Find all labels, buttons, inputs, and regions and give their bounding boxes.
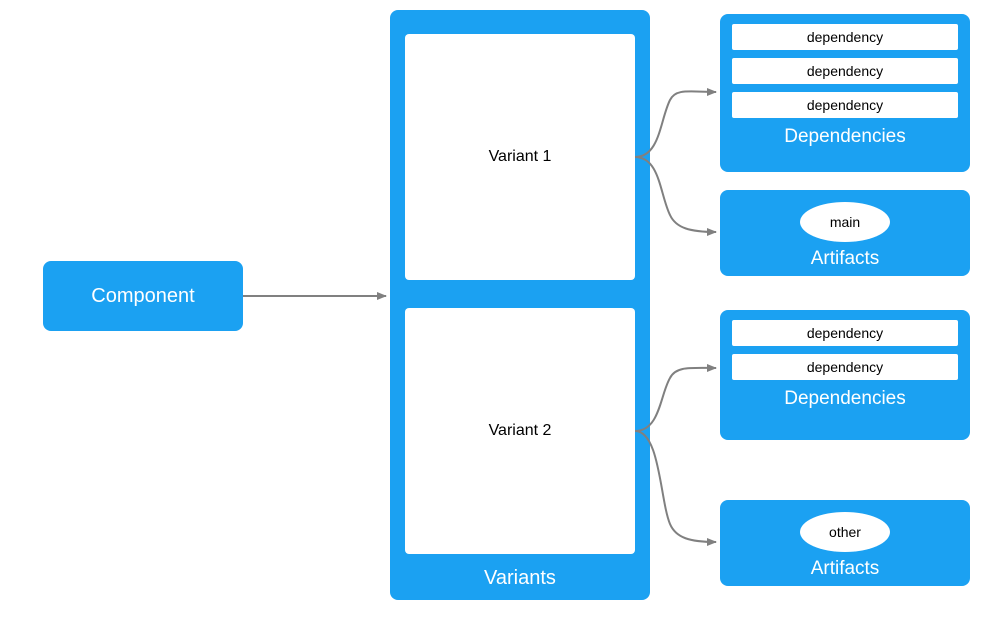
variant-1-label: Variant 1 (489, 148, 552, 166)
dependency-item: dependency (732, 58, 958, 84)
dependencies-panel-1: dependency dependency dependency Depende… (720, 14, 970, 172)
variant-card-1: Variant 1 (405, 34, 635, 280)
variants-container: Variant 1 Variant 2 Variants (390, 10, 650, 600)
artifacts-1-label: Artifacts (732, 248, 958, 270)
dependency-item: dependency (732, 320, 958, 346)
artifacts-2-label: Artifacts (732, 558, 958, 580)
variant-card-2: Variant 2 (405, 308, 635, 554)
dependency-item: dependency (732, 354, 958, 380)
artifact-other: other (800, 512, 890, 552)
component-label: Component (91, 285, 194, 308)
dependency-item: dependency (732, 24, 958, 50)
dependency-item: dependency (732, 92, 958, 118)
component-box: Component (43, 261, 243, 331)
dependencies-2-label: Dependencies (732, 388, 958, 410)
variants-label: Variants (390, 567, 650, 590)
artifacts-panel-1: main Artifacts (720, 190, 970, 276)
artifacts-panel-2: other Artifacts (720, 500, 970, 586)
artifact-main: main (800, 202, 890, 242)
variant-2-label: Variant 2 (489, 422, 552, 440)
dependencies-panel-2: dependency dependency Dependencies (720, 310, 970, 440)
dependencies-1-label: Dependencies (732, 126, 958, 148)
